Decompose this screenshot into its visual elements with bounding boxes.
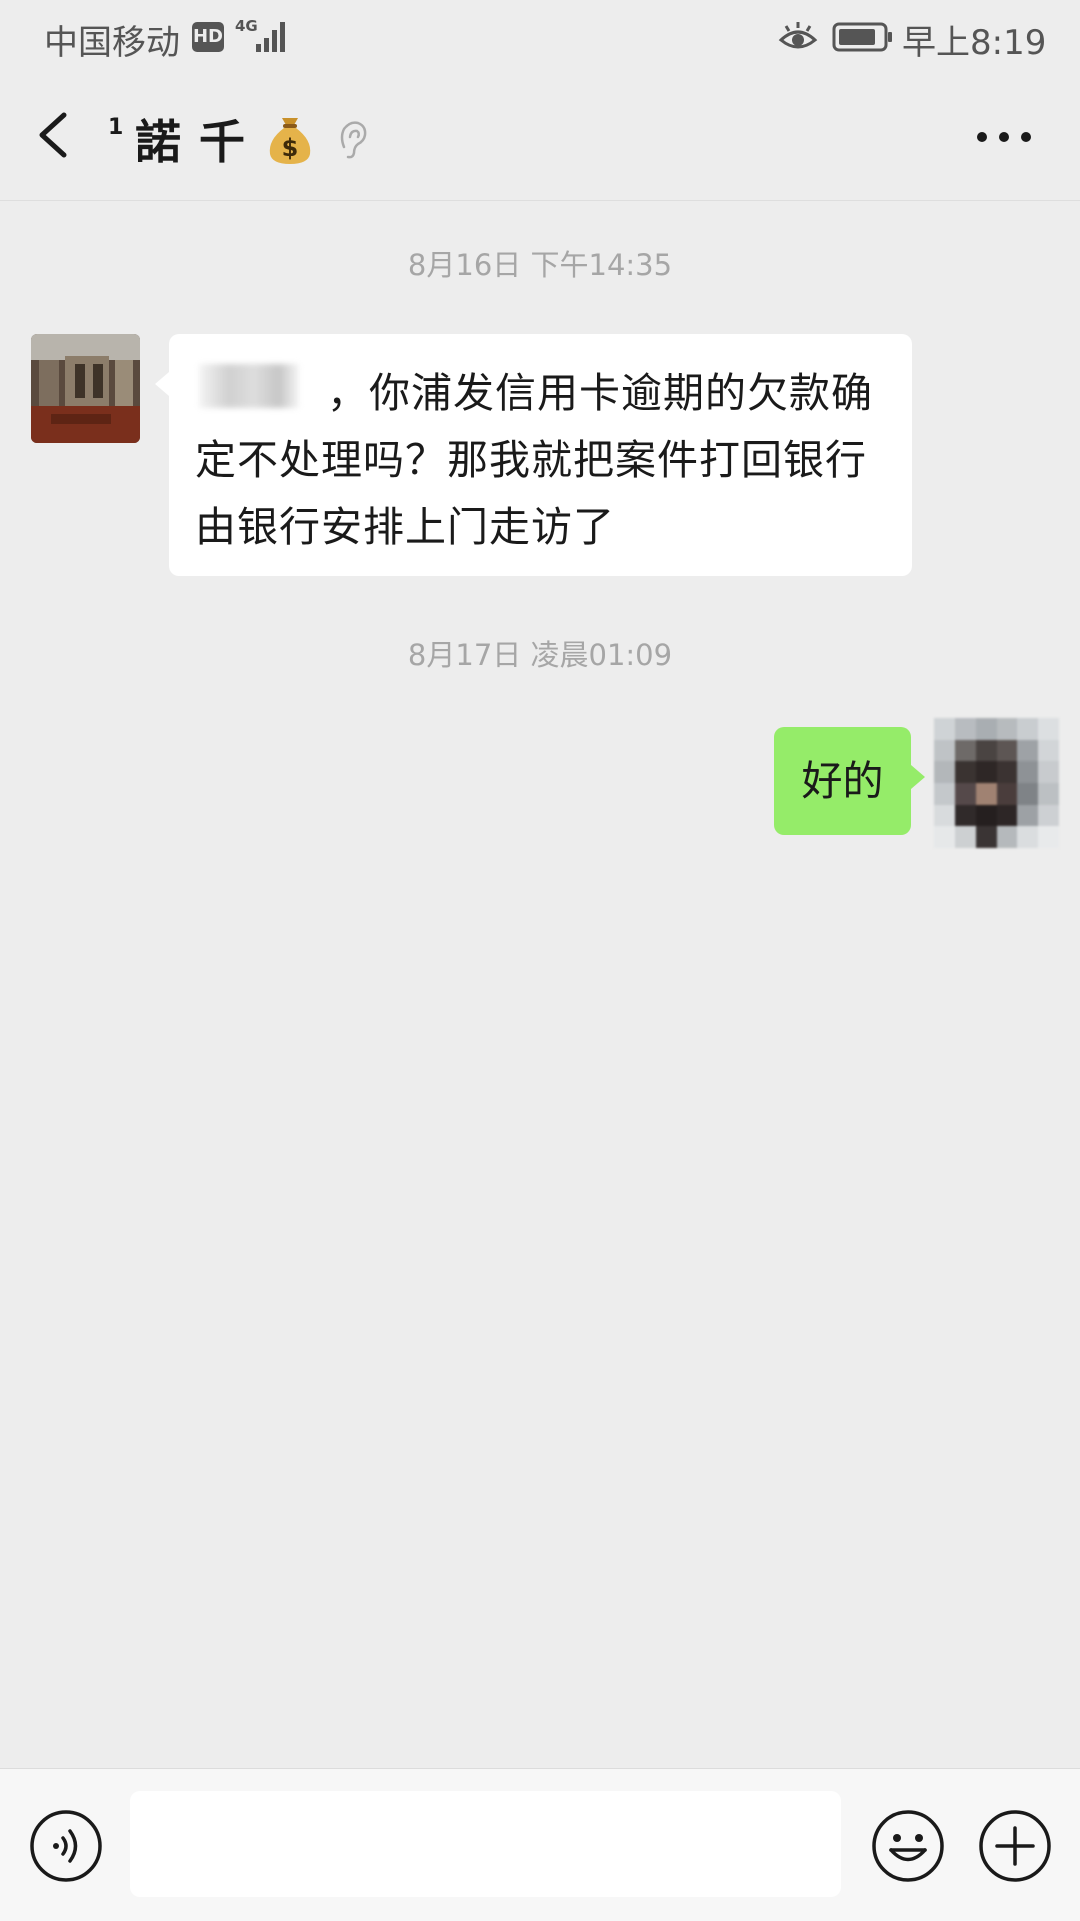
hd-badge: HD — [192, 22, 224, 52]
input-bar — [0, 1768, 1080, 1921]
carrier-label: 中国移动 — [44, 23, 180, 63]
received-message-bubble[interactable]: ，你浦发信用卡逾期的欠款确定不处理吗？那我就把案件打回银行由银行安排上门走访了 — [155, 334, 912, 576]
avatar-image — [31, 334, 140, 443]
back-icon[interactable] — [30, 105, 80, 165]
status-bar: 中国移动 HD 4G 早上8:19 — [0, 0, 1080, 75]
chat-title[interactable]: 諾千 — [135, 106, 263, 172]
moneybag-icon: $ — [269, 118, 311, 164]
svg-text:$: $ — [282, 134, 299, 162]
user-avatar[interactable] — [934, 718, 1059, 848]
title-prefix: 1 — [108, 115, 124, 140]
eye-icon — [778, 22, 818, 49]
timestamp: 8月17日 凌晨01:09 — [407, 638, 673, 672]
sent-message-bubble[interactable]: 好的 — [774, 727, 925, 835]
plus-icon[interactable] — [978, 1809, 1052, 1883]
more-icon[interactable] — [970, 125, 1038, 149]
signal-icon — [254, 18, 290, 52]
timestamp: 8月16日 下午14:35 — [407, 248, 673, 282]
emoji-icon[interactable] — [871, 1809, 945, 1883]
message-input[interactable] — [130, 1791, 841, 1897]
battery-icon — [832, 22, 892, 52]
received-message-text: ，你浦发信用卡逾期的欠款确定不处理吗？那我就把案件打回银行由银行安排上门走访了 — [195, 369, 873, 551]
voice-icon[interactable] — [29, 1809, 103, 1883]
contact-avatar[interactable] — [31, 334, 140, 443]
sent-message-text: 好的 — [801, 757, 884, 805]
chat-header: 1 諾千 $ — [0, 75, 1080, 201]
status-time: 早上8:19 — [902, 23, 1047, 63]
ear-icon[interactable] — [336, 117, 370, 161]
